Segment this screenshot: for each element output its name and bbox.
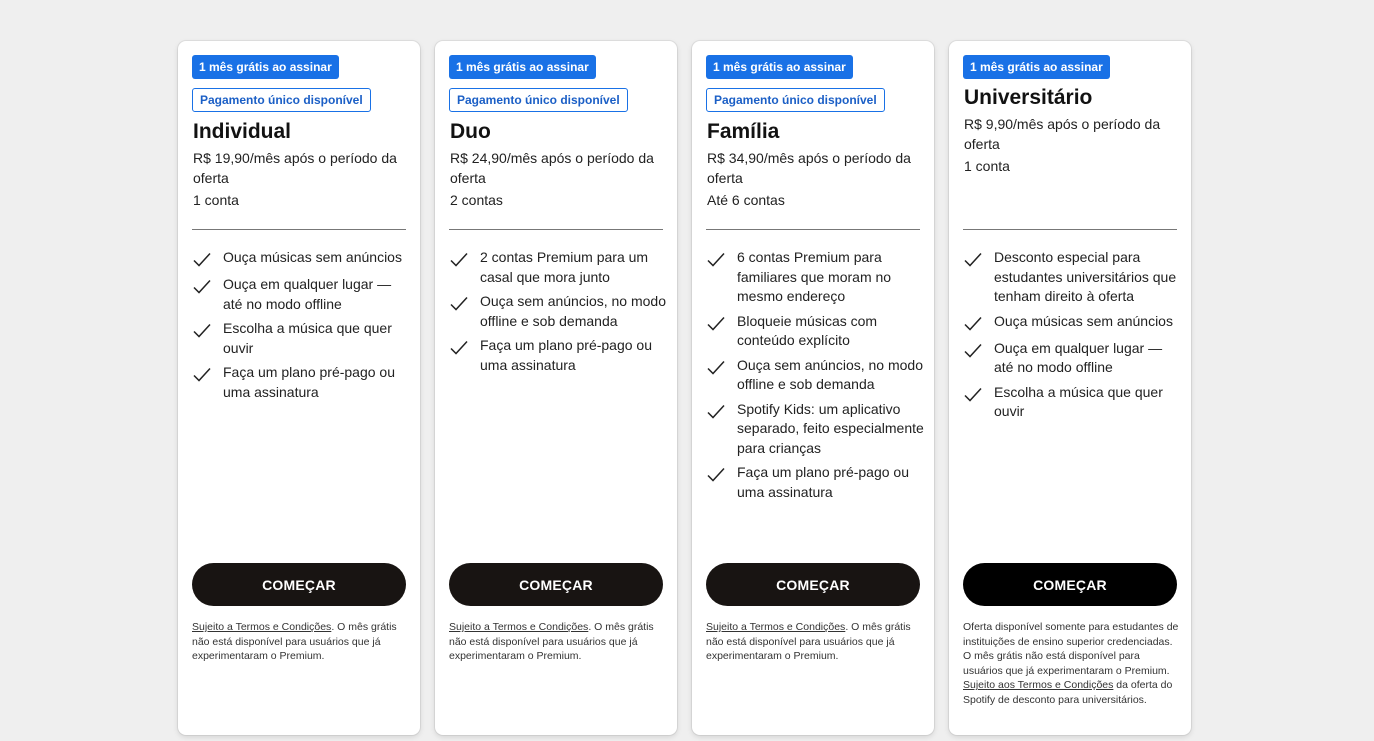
divider	[449, 229, 663, 230]
feature-text: Escolha a música que quer ouvir	[994, 383, 1163, 420]
feature-item: Escolha a música que quer ouvir	[963, 383, 1181, 422]
plans-container: 1 mês grátis ao assinar Pagamento único …	[178, 41, 1191, 735]
feature-item: Ouça músicas sem anúncios	[963, 312, 1181, 334]
check-icon	[193, 252, 211, 267]
plan-card-family: 1 mês grátis ao assinar Pagamento único …	[692, 41, 934, 735]
terms-link[interactable]: Sujeito a Termos e Condições	[706, 621, 845, 633]
plan-card-student: 1 mês grátis ao assinar Universitário R$…	[949, 41, 1191, 735]
feature-text: 2 contas Premium para um casal que mora …	[480, 249, 649, 285]
start-button-student[interactable]: COMEÇAR	[963, 563, 1177, 606]
start-button-duo[interactable]: COMEÇAR	[449, 563, 663, 606]
feature-item: 6 contas Premium para familiares que mor…	[706, 248, 924, 307]
feature-item: Ouça em qualquer lugar — até no modo off…	[192, 275, 410, 314]
feature-item: Faça um plano pré-pago ou uma assinatura	[706, 463, 924, 502]
feature-item: Desconto especial para estudantes univer…	[963, 248, 1181, 307]
plan-accounts: 2 contas	[450, 192, 503, 208]
free-month-badge: 1 mês grátis ao assinar	[963, 55, 1110, 79]
feature-item: Faça um plano pré-pago ou uma assinatura	[449, 336, 667, 375]
start-button-individual[interactable]: COMEÇAR	[192, 563, 406, 606]
check-icon	[193, 279, 211, 294]
free-month-badge: 1 mês grátis ao assinar	[706, 55, 853, 79]
plan-name: Duo	[450, 120, 491, 143]
check-icon	[707, 467, 725, 482]
feature-item: 2 contas Premium para um casal que mora …	[449, 248, 667, 287]
plan-name: Universitário	[964, 86, 1093, 109]
divider	[706, 229, 920, 230]
terms-note: Sujeito a Termos e Condições. O mês grát…	[192, 620, 408, 664]
check-icon	[707, 316, 725, 331]
terms-link[interactable]: Sujeito a Termos e Condições	[192, 621, 331, 633]
plan-card-individual: 1 mês grátis ao assinar Pagamento único …	[178, 41, 420, 735]
one-time-payment-badge: Pagamento único disponível	[706, 88, 885, 112]
terms-note: Sujeito a Termos e Condições. O mês grát…	[449, 620, 665, 664]
check-icon	[707, 252, 725, 267]
feature-item: Faça um plano pré-pago ou uma assinatura	[192, 363, 410, 402]
plan-accounts: 1 conta	[964, 158, 1010, 174]
plan-card-duo: 1 mês grátis ao assinar Pagamento único …	[435, 41, 677, 735]
feature-text: Ouça músicas sem anúncios	[223, 249, 402, 265]
feature-text: 6 contas Premium para familiares que mor…	[737, 249, 892, 304]
check-icon	[450, 252, 468, 267]
feature-item: Ouça sem anúncios, no modo offline e sob…	[706, 356, 924, 395]
feature-item: Ouça em qualquer lugar — até no modo off…	[963, 339, 1181, 378]
check-icon	[450, 340, 468, 355]
feature-text: Bloqueie músicas com conteúdo explícito	[737, 312, 878, 349]
feature-list: Ouça músicas sem anúncios Ouça em qualqu…	[192, 248, 410, 407]
terms-link[interactable]: Sujeito aos Termos e Condições	[963, 679, 1113, 691]
feature-text: Escolha a música que quer ouvir	[223, 320, 392, 356]
check-icon	[450, 296, 468, 311]
check-icon	[964, 316, 982, 331]
plan-price: R$ 34,90/mês após o período da oferta	[707, 150, 911, 186]
plan-accounts: 1 conta	[193, 192, 239, 208]
terms-note: Oferta disponível somente para estudante…	[963, 620, 1179, 708]
feature-item: Ouça músicas sem anúncios	[192, 248, 410, 270]
feature-text: Ouça músicas sem anúncios	[994, 312, 1173, 329]
one-time-payment-badge: Pagamento único disponível	[192, 88, 371, 112]
divider	[963, 229, 1177, 230]
feature-text: Faça um plano pré-pago ou uma assinatura	[737, 464, 909, 500]
plan-price: R$ 24,90/mês após o período da oferta	[450, 150, 654, 186]
plan-price: R$ 9,90/mês após o período da oferta	[964, 116, 1161, 152]
feature-text: Desconto especial para estudantes univer…	[994, 249, 1177, 304]
feature-text: Ouça sem anúncios, no modo offline e sob…	[737, 356, 923, 393]
plan-name: Individual	[193, 120, 292, 143]
feature-text: Ouça em qualquer lugar — até no modo off…	[223, 276, 392, 312]
feature-item: Escolha a música que quer ouvir	[192, 319, 410, 358]
plan-accounts: Até 6 contas	[707, 192, 785, 208]
check-icon	[964, 252, 982, 267]
feature-list: Desconto especial para estudantes univer…	[963, 248, 1181, 427]
terms-link[interactable]: Sujeito a Termos e Condições	[449, 621, 588, 633]
check-icon	[707, 360, 725, 375]
check-icon	[707, 404, 725, 419]
feature-text: Spotify Kids: um aplicativo separado, fe…	[737, 400, 924, 456]
check-icon	[193, 323, 211, 338]
free-month-badge: 1 mês grátis ao assinar	[192, 55, 339, 79]
one-time-payment-badge: Pagamento único disponível	[449, 88, 628, 112]
free-month-badge: 1 mês grátis ao assinar	[449, 55, 596, 79]
feature-text: Faça um plano pré-pago ou uma assinatura	[223, 364, 395, 400]
feature-text: Faça um plano pré-pago ou uma assinatura	[480, 337, 652, 373]
feature-item: Ouça sem anúncios, no modo offline e sob…	[449, 292, 667, 331]
terms-pre-text: Oferta disponível somente para estudante…	[963, 621, 1179, 677]
feature-text: Ouça sem anúncios, no modo offline e sob…	[480, 293, 666, 329]
check-icon	[964, 343, 982, 358]
feature-text: Ouça em qualquer lugar — até no modo off…	[994, 339, 1163, 376]
feature-item: Bloqueie músicas com conteúdo explícito	[706, 312, 924, 351]
feature-list: 2 contas Premium para um casal que mora …	[449, 248, 667, 380]
start-button-family[interactable]: COMEÇAR	[706, 563, 920, 606]
feature-list: 6 contas Premium para familiares que mor…	[706, 248, 924, 507]
terms-note: Sujeito a Termos e Condições. O mês grát…	[706, 620, 922, 664]
plan-price: R$ 19,90/mês após o período da oferta	[193, 150, 397, 186]
check-icon	[964, 387, 982, 402]
feature-item: Spotify Kids: um aplicativo separado, fe…	[706, 400, 924, 459]
check-icon	[193, 367, 211, 382]
divider	[192, 229, 406, 230]
plan-name: Família	[707, 120, 780, 143]
